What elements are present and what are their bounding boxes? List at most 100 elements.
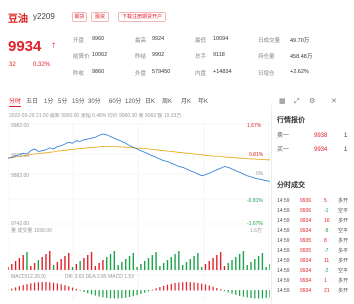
trade-price: 9934 (300, 258, 312, 264)
trade-time: 14:59 (277, 288, 290, 294)
volume-bar (102, 260, 104, 270)
y-label-1: 9922.00 (11, 153, 30, 159)
volume-bar (140, 264, 142, 270)
macd-bar (117, 290, 119, 299)
macd-bar (170, 283, 172, 291)
volume-bar (22, 255, 24, 270)
macd-bar (235, 290, 237, 295)
macd-bar (49, 282, 51, 291)
volume-bar (200, 267, 203, 270)
macd-bar (60, 284, 62, 291)
volume-bar (109, 254, 112, 270)
volume-right-label: 1.6万 (250, 228, 262, 234)
orderbook-price: 9934 (314, 147, 328, 153)
volume-bar (26, 252, 28, 270)
tag-futures[interactable]: 期货 (72, 12, 87, 22)
stat-label: 最高 (135, 38, 147, 44)
volume-bar (227, 263, 229, 270)
price-chart[interactable] (8, 120, 270, 300)
macd-bar (155, 288, 157, 291)
trade-price: 9936 (300, 198, 312, 204)
macd-bar (144, 290, 146, 293)
volume-bar (235, 257, 237, 270)
trade-vol: 21 (324, 288, 330, 294)
trade-time: 14:59 (277, 258, 290, 264)
macd-bar (30, 283, 32, 291)
trade-row: 14:59 9934 11 多开 (272, 257, 354, 266)
tab-3[interactable]: 1分 (44, 98, 53, 106)
macd-bar (261, 290, 264, 299)
macd-bar (250, 290, 252, 299)
tab-1[interactable]: 分时 (9, 98, 22, 107)
tab-6[interactable]: 30分 (88, 98, 101, 106)
trades-title: 分时成交 (277, 182, 305, 189)
tab-9[interactable]: 日K (145, 98, 155, 106)
macd-bar (223, 290, 226, 292)
trade-time: 14:59 (277, 278, 290, 284)
tab-8[interactable]: 120分 (125, 98, 141, 106)
price-line (8, 133, 270, 182)
stat-value: 9902 (152, 52, 165, 58)
tab-10[interactable]: 周K (162, 98, 172, 106)
volume-bar (208, 261, 210, 270)
volume-bar (45, 254, 47, 270)
open-account-button[interactable]: 下载注册期货开户 (118, 12, 166, 22)
volume-bar (121, 262, 123, 270)
volume-bar (231, 260, 233, 270)
macd-bar (227, 290, 229, 293)
stat-label: 内盘 (195, 71, 207, 77)
macd-bar (68, 286, 70, 291)
trade-vol: -2 (324, 268, 329, 274)
trade-row: 14:59 9934 16 多开 (272, 217, 354, 226)
volume-bar (185, 262, 188, 270)
trade-time: 14:59 (277, 208, 290, 214)
volume-bar (257, 256, 260, 270)
macd-bar (109, 290, 112, 299)
stat-value: 9924 (152, 36, 165, 42)
macd-bar (254, 290, 256, 299)
macd-bar (166, 284, 169, 291)
macd-bar (269, 290, 270, 298)
volume-bar (162, 263, 165, 270)
volume-label: 量 成交量 1558.00 (11, 228, 52, 234)
macd-bar (193, 282, 195, 291)
trade-time: 14:59 (277, 198, 290, 204)
macd-bar (216, 287, 218, 291)
stat-value: 9118 (213, 52, 225, 58)
volume-bar (11, 264, 13, 270)
macd-bar (182, 282, 184, 291)
y-pct-0: 1.67% (247, 123, 262, 129)
tab-5[interactable]: 15分 (72, 98, 85, 106)
y-label-0: 9982.00 (11, 123, 30, 129)
trade-price: 9934 (300, 268, 312, 274)
macd-bar (26, 284, 28, 291)
volume-bar (8, 267, 9, 270)
last-price: 9934 (8, 38, 42, 55)
volume-bar (159, 266, 161, 270)
orderbook-volume: 1 (344, 147, 348, 153)
macd-bar (75, 288, 77, 291)
volume-bar (155, 252, 157, 270)
tab-11[interactable]: 月K (181, 98, 191, 106)
tag-margin[interactable]: 融资 (91, 12, 109, 22)
macd-bar (121, 290, 123, 299)
volume-bar (37, 260, 40, 270)
macd-bar (98, 290, 100, 297)
trade-vol: -1 (324, 208, 329, 214)
trade-type: 多开 (338, 278, 349, 284)
trade-time: 14:59 (277, 238, 290, 244)
tab-7[interactable]: 60分 (109, 98, 122, 106)
volume-bar (60, 259, 62, 270)
macd-bar (41, 282, 43, 291)
volume-bar (166, 260, 169, 270)
volume-bar (49, 251, 51, 270)
macd-bar (14, 287, 17, 291)
tab-4[interactable]: 5分 (58, 98, 67, 106)
stat-value: 9960 (92, 36, 105, 42)
volume-bar (216, 255, 218, 270)
average-price-line (8, 146, 270, 161)
volume-bar (79, 261, 81, 270)
tab-12[interactable]: 年K (198, 98, 208, 106)
tab-2[interactable]: 五日 (26, 98, 38, 106)
macd-bar (163, 285, 165, 291)
